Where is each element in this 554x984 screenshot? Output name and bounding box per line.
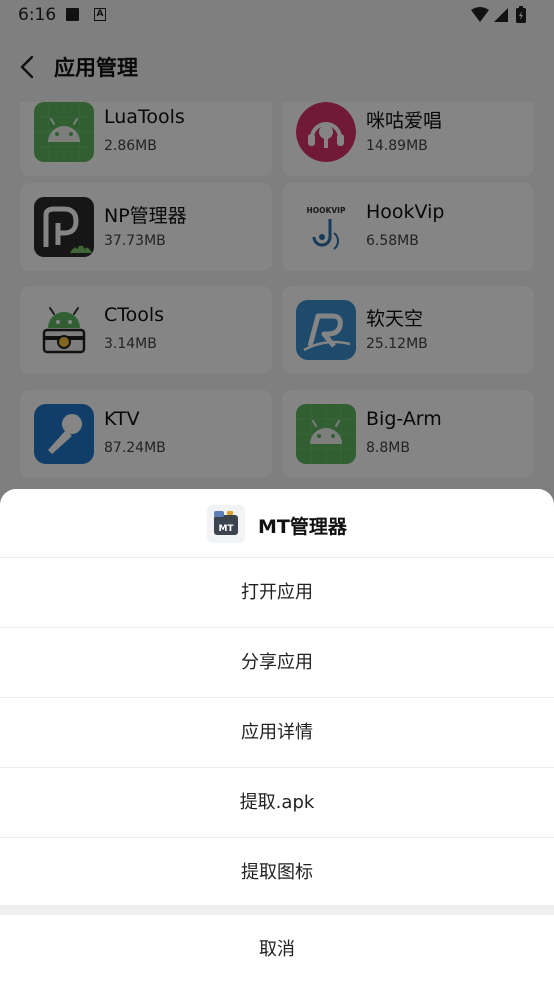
sheet-header: MT MT管理器 bbox=[0, 489, 554, 558]
svg-text:MT: MT bbox=[218, 524, 234, 534]
share-app-button[interactable]: 分享应用 bbox=[0, 628, 554, 698]
sheet-separator bbox=[0, 905, 554, 915]
app-details-button[interactable]: 应用详情 bbox=[0, 698, 554, 768]
cancel-button[interactable]: 取消 bbox=[0, 915, 554, 984]
sheet-title: MT管理器 bbox=[258, 516, 347, 538]
extract-apk-button[interactable]: 提取.apk bbox=[0, 768, 554, 838]
open-app-button[interactable]: 打开应用 bbox=[0, 558, 554, 628]
mt-manager-icon: MT bbox=[207, 505, 245, 543]
app-action-sheet: MT MT管理器 打开应用 分享应用 应用详情 提取.apk 提取图标 取消 bbox=[0, 489, 554, 984]
action-list: 打开应用 分享应用 应用详情 提取.apk 提取图标 bbox=[0, 558, 554, 907]
extract-icon-button[interactable]: 提取图标 bbox=[0, 838, 554, 907]
